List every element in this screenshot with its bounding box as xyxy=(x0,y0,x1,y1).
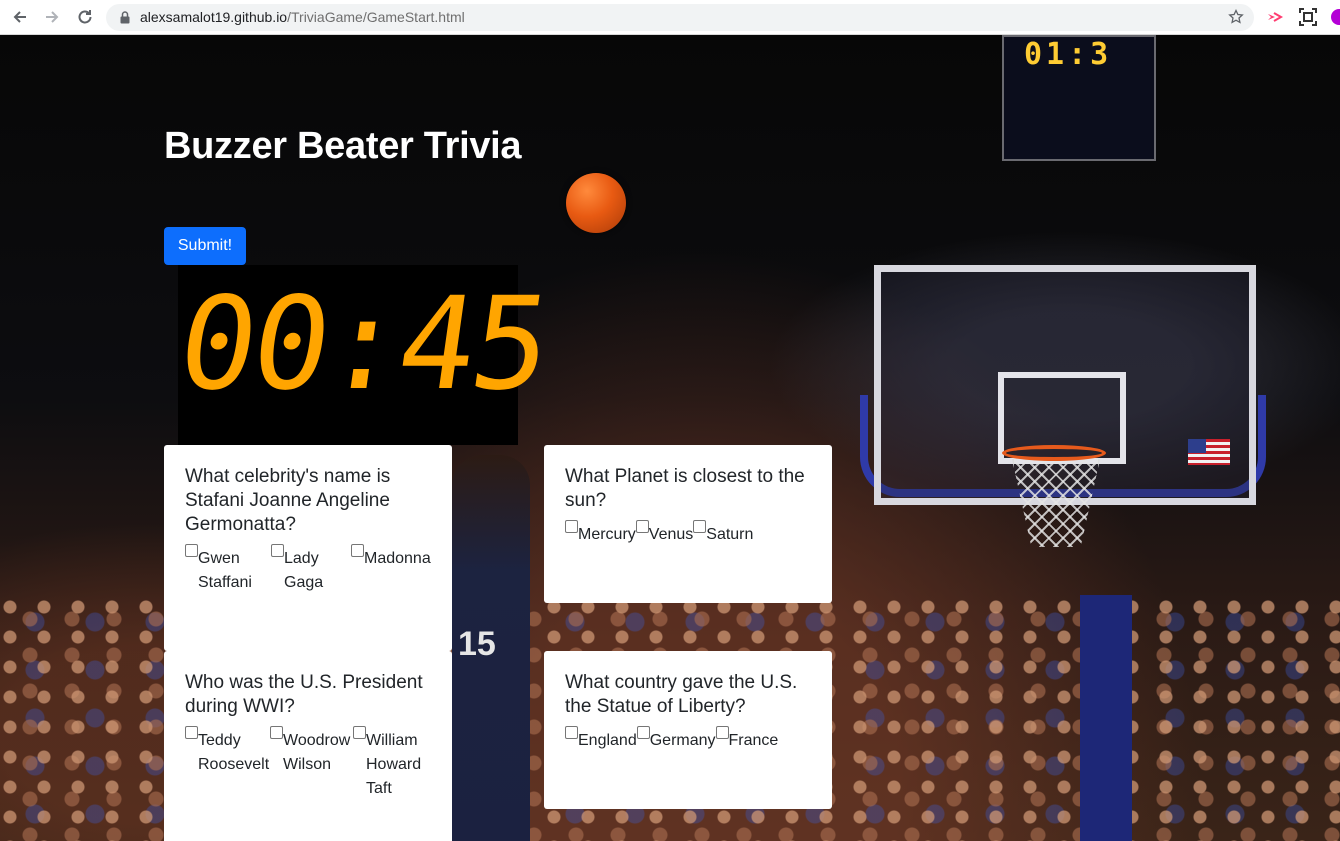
answer-checkbox[interactable] xyxy=(693,520,707,533)
answer-checkbox[interactable] xyxy=(635,520,649,533)
page-title: Buzzer Beater Trivia xyxy=(164,125,522,167)
question-card-3: Who was the U.S. President during WWI? T… xyxy=(164,651,452,841)
question-card-4: What country gave the U.S. the Statue of… xyxy=(544,651,832,809)
profile-icon[interactable] xyxy=(1330,8,1340,26)
answer-option[interactable]: William Howard Taft xyxy=(353,726,426,801)
url-path: /TriviaGame/GameStart.html xyxy=(287,9,465,25)
question-text: What celebrity's name is Stafani Joanne … xyxy=(185,466,391,535)
forward-icon[interactable] xyxy=(41,6,63,28)
answer-label: Teddy Roosevelt xyxy=(198,732,270,773)
answer-options: Teddy Roosevelt Woodrow Wilson William H… xyxy=(185,726,432,801)
answer-label: Venus xyxy=(648,526,694,543)
answer-options: Gwen Staffani Lady Gaga Madonna xyxy=(185,544,432,595)
answer-checkbox[interactable] xyxy=(351,544,364,557)
answer-label: Saturn xyxy=(706,526,754,543)
answer-options: Mercury Venus Saturn xyxy=(565,520,812,547)
answer-checkbox[interactable] xyxy=(271,544,284,557)
answer-option[interactable]: Woodrow Wilson xyxy=(270,726,353,777)
answer-label: Madonna xyxy=(364,550,431,567)
question-card-2: What Planet is closest to the sun? Mercu… xyxy=(544,445,832,603)
answer-label: Mercury xyxy=(578,526,636,543)
answer-options: England Germany France xyxy=(565,726,812,753)
answer-checkbox[interactable] xyxy=(185,544,198,557)
answer-label: France xyxy=(728,732,779,749)
basketball-rim xyxy=(1002,445,1106,461)
back-icon[interactable] xyxy=(9,6,31,28)
answer-checkbox[interactable] xyxy=(565,520,578,533)
submit-button[interactable]: Submit! xyxy=(164,227,246,265)
answer-label: Lady Gaga xyxy=(284,550,324,591)
answer-option[interactable]: Teddy Roosevelt xyxy=(185,726,270,777)
basketball-net xyxy=(1012,459,1100,547)
answer-checkbox[interactable] xyxy=(565,726,578,739)
answer-label: England xyxy=(578,732,637,749)
extension-icon[interactable] xyxy=(1266,8,1284,31)
address-bar[interactable]: alexsamalot19.github.io/TriviaGame/GameS… xyxy=(106,4,1254,31)
basketball-icon xyxy=(566,173,626,233)
answer-option[interactable]: Venus xyxy=(635,520,694,547)
answer-option[interactable]: Saturn xyxy=(693,520,754,547)
answer-checkbox[interactable] xyxy=(353,726,366,739)
question-text: What country gave the U.S. the Statue of… xyxy=(565,672,798,717)
answer-label: Woodrow Wilson xyxy=(283,732,351,773)
answer-checkbox[interactable] xyxy=(636,726,650,739)
question-text: Who was the U.S. President during WWI? xyxy=(185,672,423,717)
answer-option[interactable]: France xyxy=(715,726,779,753)
screenshot-icon[interactable] xyxy=(1299,8,1317,31)
jersey-number: 15 xyxy=(458,625,496,663)
browser-toolbar: alexsamalot19.github.io/TriviaGame/GameS… xyxy=(0,0,1340,35)
scoreboard: 01:3 xyxy=(1002,35,1156,161)
question-card-1: What celebrity's name is Stafani Joanne … xyxy=(164,445,452,651)
game-page: 01:3 15 Buzzer Beater Trivia Submit! 00:… xyxy=(0,35,1340,841)
answer-label: Germany xyxy=(649,732,716,749)
url-text: alexsamalot19.github.io/TriviaGame/GameS… xyxy=(140,9,465,25)
star-icon[interactable] xyxy=(1228,8,1244,30)
hoop-pole xyxy=(1080,595,1132,841)
reload-icon[interactable] xyxy=(74,6,96,28)
answer-label: Gwen Staffani xyxy=(198,550,252,591)
answer-option[interactable]: Madonna xyxy=(351,544,431,571)
answer-option[interactable]: Germany xyxy=(636,726,716,753)
answer-option[interactable]: Gwen Staffani xyxy=(185,544,271,595)
url-host: alexsamalot19.github.io xyxy=(140,9,288,25)
countdown-timer: 00:45 xyxy=(169,270,556,419)
scoreboard-digits: 01:3 xyxy=(1024,37,1113,72)
answer-checkbox[interactable] xyxy=(185,726,198,739)
answer-checkbox[interactable] xyxy=(715,726,729,739)
flag-icon xyxy=(1188,439,1230,465)
lock-icon xyxy=(120,11,130,29)
answer-label: William Howard Taft xyxy=(366,732,422,797)
answer-checkbox[interactable] xyxy=(270,726,283,739)
answer-option[interactable]: England xyxy=(565,726,637,753)
question-text: What Planet is closest to the sun? xyxy=(565,466,805,511)
answer-option[interactable]: Mercury xyxy=(565,520,636,547)
answer-option[interactable]: Lady Gaga xyxy=(271,544,351,595)
